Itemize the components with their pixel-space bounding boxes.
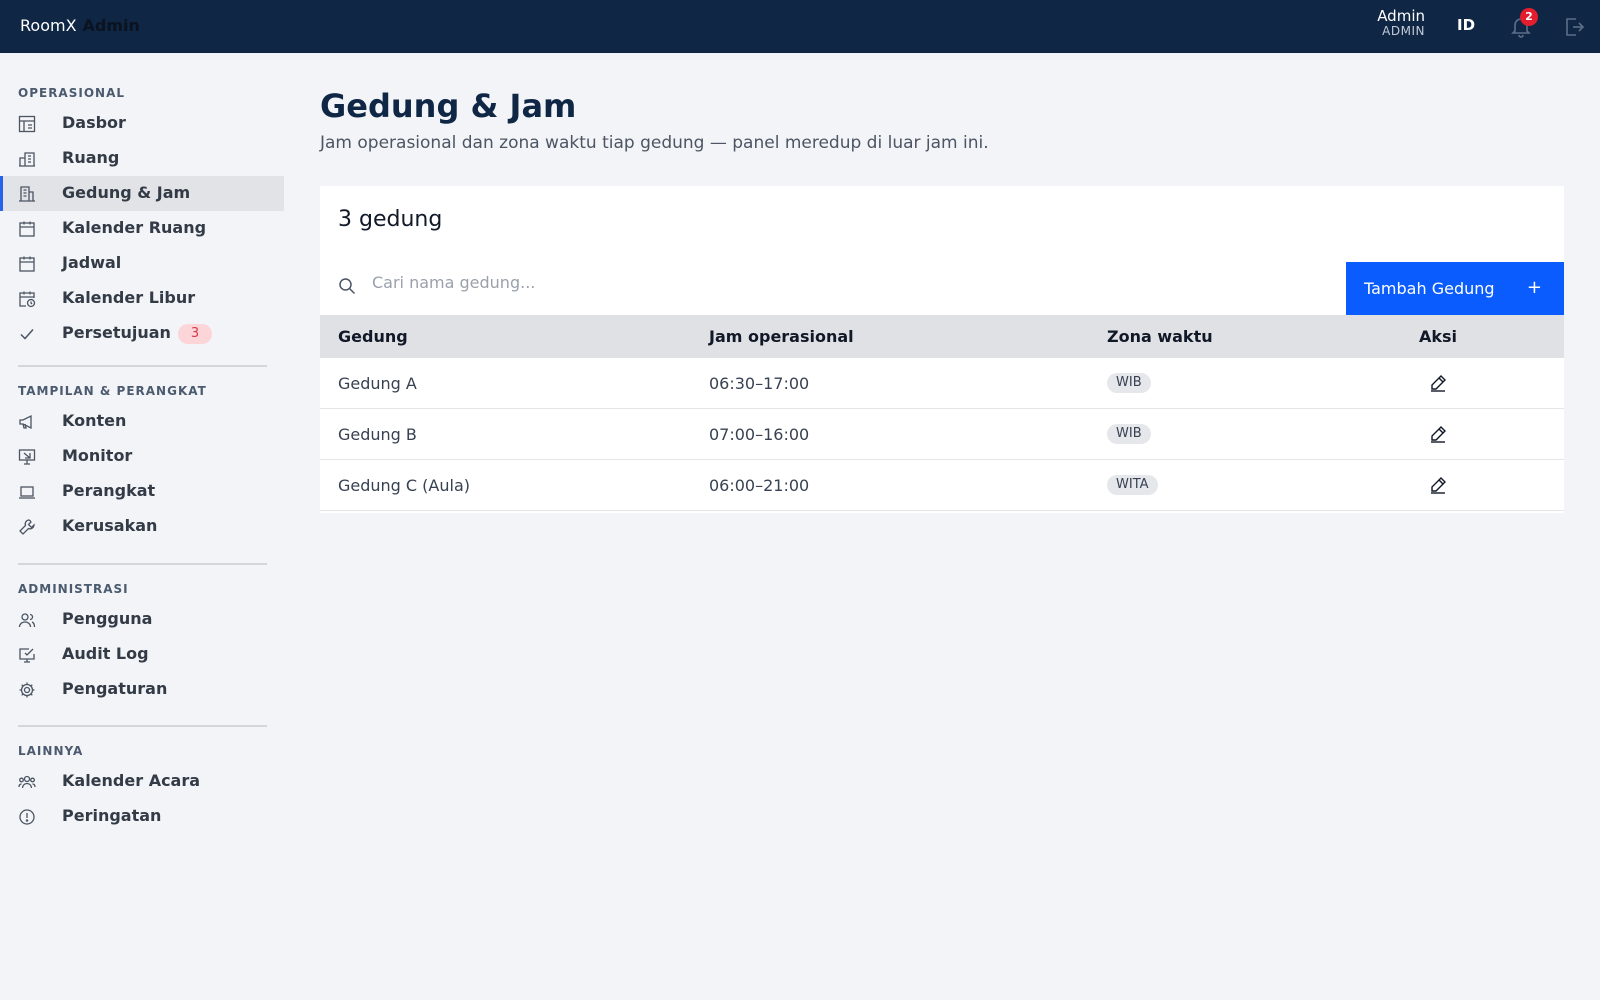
timezone-badge: WIB (1107, 373, 1151, 393)
column-header-gedung[interactable]: Gedung (338, 327, 408, 346)
sidebar: OPERASIONAL Dasbor Ruang Gedung & Jam Ka… (0, 53, 285, 1000)
building-count: 3 gedung (338, 207, 443, 232)
sidebar-item-gedung-jam[interactable]: Gedung & Jam (0, 176, 284, 211)
search-icon (339, 278, 356, 295)
table-header: Gedung Jam operasional Zona waktu Aksi (320, 315, 1564, 358)
language-switcher[interactable]: ID (1457, 16, 1475, 34)
calendar-icon (19, 256, 35, 272)
sidebar-item-kalender-ruang[interactable]: Kalender Ruang (0, 211, 284, 246)
sidebar-item-label: Pengaturan (62, 679, 168, 698)
top-bar: RoomX Admin Admin ADMIN ID 2 (0, 0, 1600, 53)
add-building-label: Tambah Gedung (1364, 279, 1495, 298)
wrench-icon (19, 519, 35, 535)
operating-hours: 07:00–16:00 (709, 425, 810, 444)
table-row[interactable]: Gedung B 07:00–16:00 WIB (320, 409, 1564, 460)
sidebar-item-label: Persetujuan (62, 323, 171, 342)
calendar-clock-icon (19, 291, 36, 308)
sidebar-item-label: Kerusakan (62, 516, 158, 535)
building-name: Gedung C (Aula) (338, 476, 470, 495)
room-icon (19, 152, 35, 167)
sidebar-item-jadwal[interactable]: Jadwal (0, 246, 284, 281)
sidebar-item-perangkat[interactable]: Perangkat (0, 474, 284, 509)
laptop-icon (19, 486, 35, 499)
sidebar-divider (18, 563, 267, 565)
dashboard-icon (18, 115, 36, 133)
table-row[interactable]: Gedung C (Aula) 06:00–21:00 WITA (320, 460, 1564, 511)
sidebar-item-pengguna[interactable]: Pengguna (0, 602, 284, 637)
group-icon (18, 775, 36, 789)
sidebar-item-label: Kalender Ruang (62, 218, 207, 237)
sidebar-divider (18, 365, 267, 367)
sidebar-item-label: Peringatan (62, 806, 162, 825)
sidebar-item-label: Pengguna (62, 609, 153, 628)
timezone-badge: WIB (1107, 424, 1151, 444)
brand-app-name: RoomX (20, 16, 77, 35)
sidebar-item-label: Monitor (62, 446, 133, 465)
logout-icon[interactable] (1562, 15, 1586, 39)
sidebar-item-kalender-libur[interactable]: Kalender Libur (0, 281, 284, 316)
sidebar-item-label: Kalender Libur (62, 288, 196, 307)
sidebar-item-pengaturan[interactable]: Pengaturan (0, 672, 284, 707)
section-title-tampilan: TAMPILAN & PERANGKAT (18, 384, 207, 398)
sidebar-item-peringatan[interactable]: Peringatan (0, 799, 284, 834)
timezone-badge: WITA (1107, 475, 1158, 495)
sidebar-divider (18, 725, 267, 727)
audit-icon (19, 648, 35, 663)
sidebar-item-label: Ruang (62, 148, 120, 167)
brand[interactable]: RoomX Admin (20, 16, 140, 35)
sidebar-item-kalender-acara[interactable]: Kalender Acara (0, 764, 284, 799)
edit-icon[interactable] (1428, 424, 1448, 444)
sidebar-item-kerusakan[interactable]: Kerusakan (0, 509, 284, 544)
edit-icon[interactable] (1428, 373, 1448, 393)
megaphone-icon (19, 414, 32, 430)
check-icon (20, 329, 34, 340)
operating-hours: 06:30–17:00 (709, 374, 810, 393)
sidebar-item-label: Kalender Acara (62, 771, 201, 790)
user-menu[interactable]: Admin ADMIN (1377, 7, 1425, 39)
sidebar-item-label: Perangkat (62, 481, 156, 500)
user-role: ADMIN (1382, 24, 1425, 39)
section-title-lainnya: LAINNYA (18, 744, 84, 758)
sidebar-item-ruang[interactable]: Ruang (0, 141, 284, 176)
sidebar-item-label: Konten (62, 411, 127, 430)
sidebar-item-dasbor[interactable]: Dasbor (0, 106, 284, 141)
plus-icon: + (1526, 277, 1542, 298)
column-header-zona[interactable]: Zona waktu (1107, 327, 1213, 346)
buildings-card: 3 gedung Tambah Gedung + Gedung Jam oper… (320, 186, 1564, 513)
page-title: Gedung & Jam (320, 87, 577, 125)
sidebar-item-label: Audit Log (62, 644, 149, 663)
building-name: Gedung B (338, 425, 417, 444)
column-header-jam[interactable]: Jam operasional (709, 327, 854, 346)
sidebar-item-monitor[interactable]: Monitor (0, 439, 284, 474)
edit-icon[interactable] (1428, 475, 1448, 495)
column-header-aksi: Aksi (1419, 327, 1458, 346)
operating-hours: 06:00–21:00 (709, 476, 810, 495)
pending-count-badge: 3 (178, 324, 212, 344)
add-building-button[interactable]: Tambah Gedung + (1346, 262, 1564, 315)
section-title-administrasi: ADMINISTRASI (18, 582, 129, 596)
monitor-icon (18, 449, 36, 465)
calendar-icon (19, 221, 35, 237)
alert-icon (19, 809, 35, 825)
sidebar-item-audit-log[interactable]: Audit Log (0, 637, 284, 672)
users-icon (18, 613, 36, 628)
user-name: Admin (1377, 7, 1425, 25)
sidebar-item-konten[interactable]: Konten (0, 404, 284, 439)
page-subtitle: Jam operasional dan zona waktu tiap gedu… (320, 133, 989, 153)
sidebar-item-label: Gedung & Jam (62, 183, 191, 202)
section-title-operasional: OPERASIONAL (18, 86, 126, 100)
building-icon (19, 186, 35, 202)
gear-icon (19, 682, 35, 698)
brand-subtitle: Admin (82, 16, 140, 35)
sidebar-item-persetujuan[interactable]: Persetujuan 3 (0, 316, 284, 351)
sidebar-item-label: Jadwal (62, 253, 122, 272)
sidebar-item-label: Dasbor (62, 113, 126, 132)
notification-badge: 2 (1520, 8, 1538, 26)
search-input[interactable] (372, 262, 1272, 302)
table-row[interactable]: Gedung A 06:30–17:00 WIB (320, 358, 1564, 409)
building-name: Gedung A (338, 374, 417, 393)
